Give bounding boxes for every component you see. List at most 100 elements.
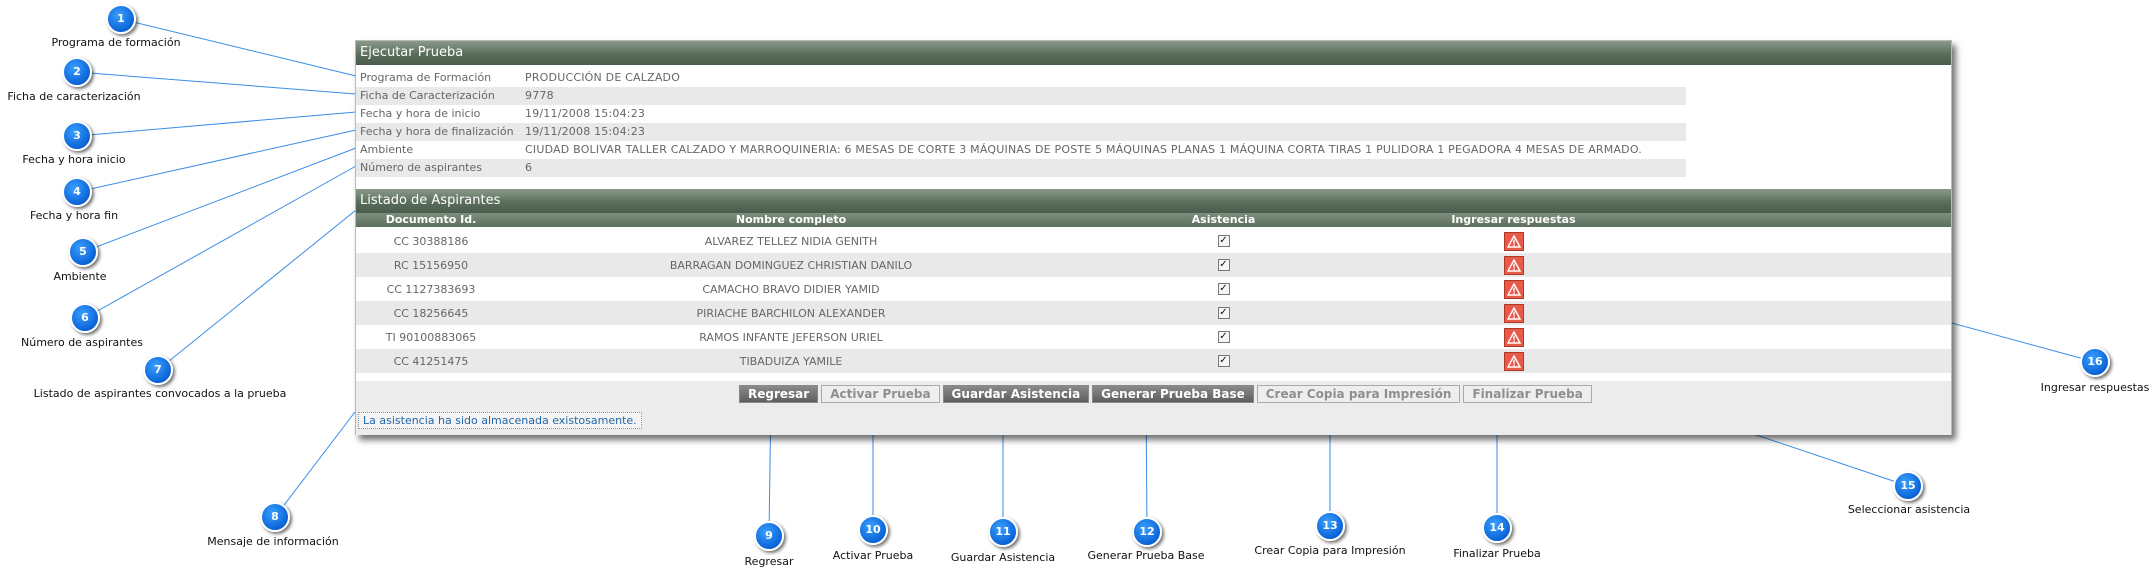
- aspirantes-table-body: CC 30388186 ALVAREZ TELLEZ NIDIA GENITH ✓ R…: [356, 229, 1951, 373]
- info-row-programa: Programa de Formación PRODUCCIÓN DE CALZA…: [356, 69, 1686, 87]
- callout-badge-7: 7: [143, 355, 173, 385]
- attendance-checkbox[interactable]: ✓: [1217, 331, 1230, 343]
- answers-cell: [1371, 327, 1656, 347]
- full-name: BARRAGAN DOMINGUEZ CHRISTIAN DANILO: [669, 258, 913, 272]
- callout-label-2: Ficha de caracterización: [7, 90, 141, 103]
- attendance-checkbox[interactable]: ✓: [1217, 307, 1230, 319]
- answers-cell: [1371, 279, 1656, 299]
- callout-badge-10: 10: [858, 515, 888, 545]
- info-row-ficha: Ficha de Caracterización 9778: [356, 87, 1686, 105]
- column-header-documento: Documento Id.: [385, 213, 477, 226]
- answers-cell: [1371, 231, 1656, 251]
- document-id: CC 41251475: [393, 354, 469, 368]
- info-value: CIUDAD BOLIVAR TALLER CALZADO Y MARROQUI…: [525, 143, 1642, 156]
- callout-label-1: Programa de formación: [51, 36, 181, 49]
- callout-label-6: Número de aspirantes: [21, 336, 143, 349]
- crear-copia-button[interactable]: Crear Copia para Impresión: [1256, 385, 1461, 403]
- warning-triangle-icon[interactable]: [1503, 303, 1524, 323]
- callout-label-4: Fecha y hora fin: [29, 209, 119, 222]
- table-row: CC 18256645 PIRIACHE BARCHILON ALEXANDER ✓: [356, 301, 1951, 325]
- table-row: CC 41251475 TIBADUIZA YAMILE ✓: [356, 349, 1951, 373]
- callout-label-16: Ingresar respuestas: [2040, 381, 2150, 394]
- callout-badge-3: 3: [62, 121, 92, 151]
- callout-badge-9: 9: [754, 521, 784, 551]
- leader-line-7: [157, 209, 357, 371]
- window-title: Ejecutar Prueba: [356, 41, 1951, 65]
- aspirantes-list-title: Listado de Aspirantes: [356, 189, 1951, 213]
- callout-badge-1: 1: [106, 4, 136, 34]
- callout-badge-13: 13: [1315, 511, 1345, 541]
- attendance-checkbox[interactable]: ✓: [1217, 235, 1230, 247]
- attendance-cell: ✓: [1076, 283, 1371, 295]
- test-info-table: Programa de Formación PRODUCCIÓN DE CALZA…: [356, 69, 1686, 177]
- full-name: CAMACHO BRAVO DIDIER YAMID: [702, 282, 880, 296]
- warning-triangle-icon[interactable]: [1503, 231, 1524, 251]
- warning-triangle-icon[interactable]: [1503, 327, 1524, 347]
- attendance-cell: ✓: [1076, 307, 1371, 319]
- callout-badge-5: 5: [68, 237, 98, 267]
- full-name: PIRIACHE BARCHILON ALEXANDER: [696, 306, 886, 320]
- answers-cell: [1371, 303, 1656, 323]
- attendance-checkbox[interactable]: ✓: [1217, 355, 1230, 367]
- aspirantes-table-header: Documento Id. Nombre completo Asistencia…: [356, 213, 1951, 227]
- guardar-asistencia-button[interactable]: Guardar Asistencia: [942, 385, 1090, 403]
- callout-badge-14: 14: [1482, 513, 1512, 543]
- table-row: TI 90100883065 RAMOS INFANTE JEFERSON URI…: [356, 325, 1951, 349]
- callout-badge-8: 8: [260, 502, 290, 532]
- table-row: RC 15156950 BARRAGAN DOMINGUEZ CHRISTIAN …: [356, 253, 1951, 277]
- info-label: Ficha de Caracterización: [360, 89, 495, 102]
- callout-label-7: Listado de aspirantes convocados a la pr…: [33, 387, 287, 400]
- attendance-checkbox[interactable]: ✓: [1217, 283, 1230, 295]
- warning-triangle-icon[interactable]: [1503, 279, 1524, 299]
- info-value: 19/11/2008 15:04:23: [525, 107, 646, 120]
- callout-badge-15: 15: [1893, 471, 1923, 501]
- attendance-cell: ✓: [1076, 355, 1371, 367]
- column-header-nombre: Nombre completo: [735, 213, 847, 226]
- warning-triangle-icon[interactable]: [1503, 351, 1524, 371]
- callout-label-10: Activar Prueba: [832, 549, 914, 562]
- info-value: 9778: [525, 89, 554, 102]
- answers-cell: [1371, 255, 1656, 275]
- attendance-cell: ✓: [1076, 331, 1371, 343]
- callout-label-15: Seleccionar asistencia: [1847, 503, 1971, 516]
- full-name: ALVAREZ TELLEZ NIDIA GENITH: [704, 234, 878, 248]
- callout-badge-11: 11: [988, 517, 1018, 547]
- callout-badge-6: 6: [70, 303, 100, 333]
- ejecutar-prueba-window: Ejecutar Prueba Programa de Formación PRO…: [355, 40, 1952, 435]
- document-id: CC 1127383693: [386, 282, 476, 296]
- info-label: Fecha y hora de inicio: [360, 107, 481, 120]
- action-bar: Regresar Activar Prueba Guardar Asistencia…: [356, 381, 1951, 435]
- callout-label-11: Guardar Asistencia: [950, 551, 1056, 564]
- callout-badge-12: 12: [1132, 517, 1162, 547]
- document-id: TI 90100883065: [385, 330, 477, 344]
- callout-label-3: Fecha y hora inicio: [22, 153, 126, 166]
- leader-line-8: [274, 407, 359, 518]
- attendance-checkbox[interactable]: ✓: [1217, 259, 1230, 271]
- info-value: 19/11/2008 15:04:23: [525, 125, 646, 138]
- callout-badge-2: 2: [62, 57, 92, 87]
- info-row-inicio: Fecha y hora de inicio 19/11/2008 15:04:2…: [356, 105, 1686, 123]
- info-label: Fecha y hora de finalización: [360, 125, 514, 138]
- warning-triangle-icon[interactable]: [1503, 255, 1524, 275]
- callout-label-12: Generar Prueba Base: [1087, 549, 1205, 562]
- info-message: La asistencia ha sido almacenada existos…: [358, 412, 642, 429]
- info-label: Número de aspirantes: [360, 161, 482, 174]
- full-name: RAMOS INFANTE JEFERSON URIEL: [699, 330, 883, 344]
- callout-label-8: Mensaje de información: [207, 535, 339, 548]
- info-label: Programa de Formación: [360, 71, 492, 84]
- annotated-screenshot: Ejecutar Prueba Programa de Formación PRO…: [0, 0, 2154, 572]
- table-row: CC 30388186 ALVAREZ TELLEZ NIDIA GENITH ✓: [356, 229, 1951, 253]
- info-row-fin: Fecha y hora de finalización 19/11/2008 1…: [356, 123, 1686, 141]
- finalizar-prueba-button[interactable]: Finalizar Prueba: [1463, 385, 1592, 403]
- callout-label-13: Crear Copia para Impresión: [1254, 544, 1406, 557]
- info-row-ambiente: Ambiente CIUDAD BOLIVAR TALLER CALZADO Y …: [356, 141, 1686, 159]
- activar-prueba-button[interactable]: Activar Prueba: [821, 385, 940, 403]
- column-header-respuestas: Ingresar respuestas: [1451, 213, 1576, 226]
- document-id: CC 30388186: [393, 234, 469, 248]
- callout-label-14: Finalizar Prueba: [1453, 547, 1541, 560]
- document-id: RC 15156950: [393, 258, 469, 272]
- regresar-button[interactable]: Regresar: [739, 385, 819, 403]
- document-id: CC 18256645: [393, 306, 469, 320]
- attendance-cell: ✓: [1076, 259, 1371, 271]
- generar-prueba-base-button[interactable]: Generar Prueba Base: [1092, 385, 1254, 403]
